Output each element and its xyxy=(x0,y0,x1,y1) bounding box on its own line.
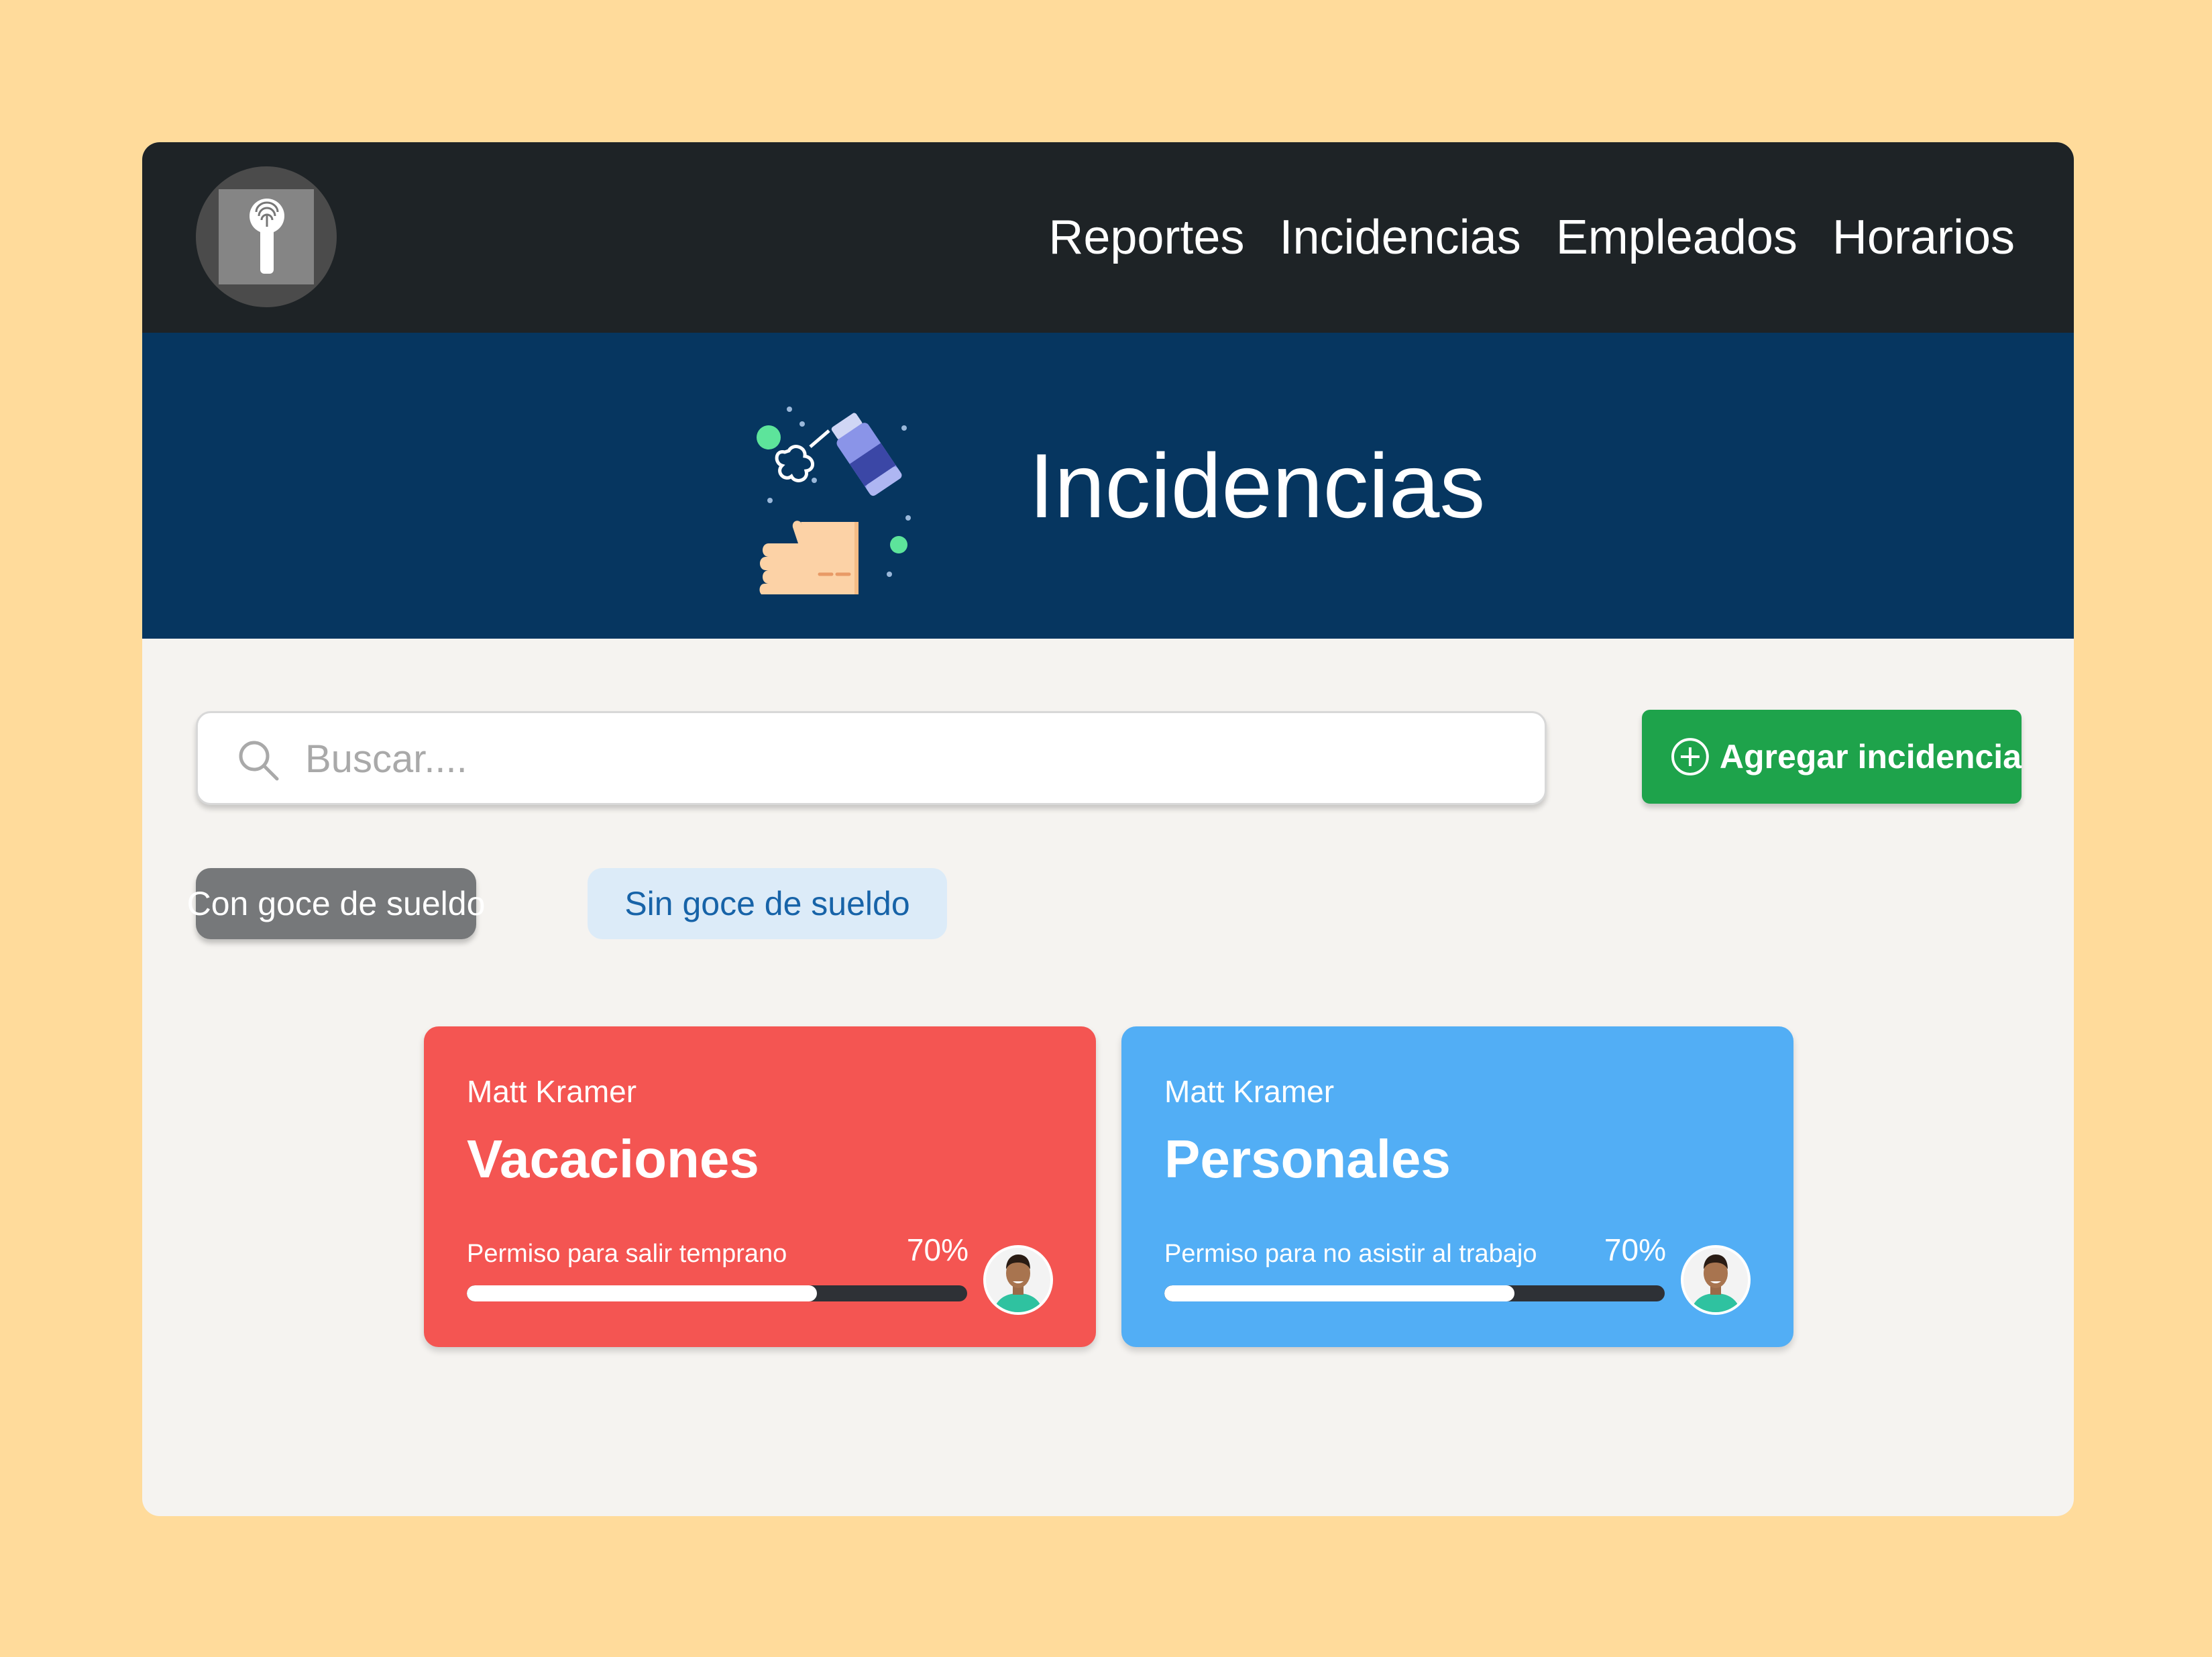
filter-sin-goce-button[interactable]: Sin goce de sueldo xyxy=(588,868,947,939)
filter-con-goce-button[interactable]: Con goce de sueldo xyxy=(187,868,485,939)
add-incidencia-button[interactable]: Agregar incidencia xyxy=(1642,710,2022,804)
progress-percent: 70% xyxy=(1604,1232,1666,1267)
employee-avatar[interactable] xyxy=(1681,1245,1751,1315)
page-title: Incidencias xyxy=(1029,435,1486,537)
progress-bar xyxy=(1164,1285,1665,1301)
search-bar[interactable] xyxy=(196,711,1547,805)
employee-name: Matt Kramer xyxy=(467,1074,637,1109)
search-icon xyxy=(239,741,279,781)
employee-name: Matt Kramer xyxy=(1164,1074,1335,1109)
incidencia-description: Permiso para salir temprano xyxy=(467,1240,787,1268)
nav-item-reportes[interactable]: Reportes xyxy=(1048,210,1244,265)
incidencia-description: Permiso para no asistir al trabajo xyxy=(1164,1240,1537,1268)
plus-circle-icon xyxy=(1671,738,1709,776)
nav-item-horarios[interactable]: Horarios xyxy=(1832,210,2015,265)
progress-bar-fill xyxy=(1164,1285,1515,1301)
app-window: Reportes Incidencias Empleados Horarios xyxy=(142,142,2074,1516)
fingerprint-logo-icon[interactable] xyxy=(196,166,337,307)
nav-item-incidencias[interactable]: Incidencias xyxy=(1279,210,1520,265)
hand-sanitizer-icon xyxy=(746,373,947,598)
top-navigation-bar: Reportes Incidencias Empleados Horarios xyxy=(142,142,2074,333)
progress-percent: 70% xyxy=(906,1232,969,1267)
incidencia-card[interactable]: Matt Kramer Vacaciones Permiso para sali… xyxy=(424,1026,1096,1347)
incidencia-card[interactable]: Matt Kramer Personales Permiso para no a… xyxy=(1121,1026,1793,1347)
main-nav: Reportes Incidencias Empleados Horarios xyxy=(1048,142,2015,333)
nav-item-empleados[interactable]: Empleados xyxy=(1556,210,1798,265)
add-incidencia-label: Agregar incidencia xyxy=(1719,738,2022,776)
search-input[interactable] xyxy=(305,727,1499,791)
progress-bar xyxy=(467,1285,967,1301)
progress-bar-fill xyxy=(467,1285,818,1301)
incidencia-type: Personales xyxy=(1164,1129,1451,1189)
incidencia-type: Vacaciones xyxy=(467,1129,759,1189)
page-banner: Incidencias xyxy=(142,333,2074,639)
employee-avatar[interactable] xyxy=(983,1245,1053,1315)
